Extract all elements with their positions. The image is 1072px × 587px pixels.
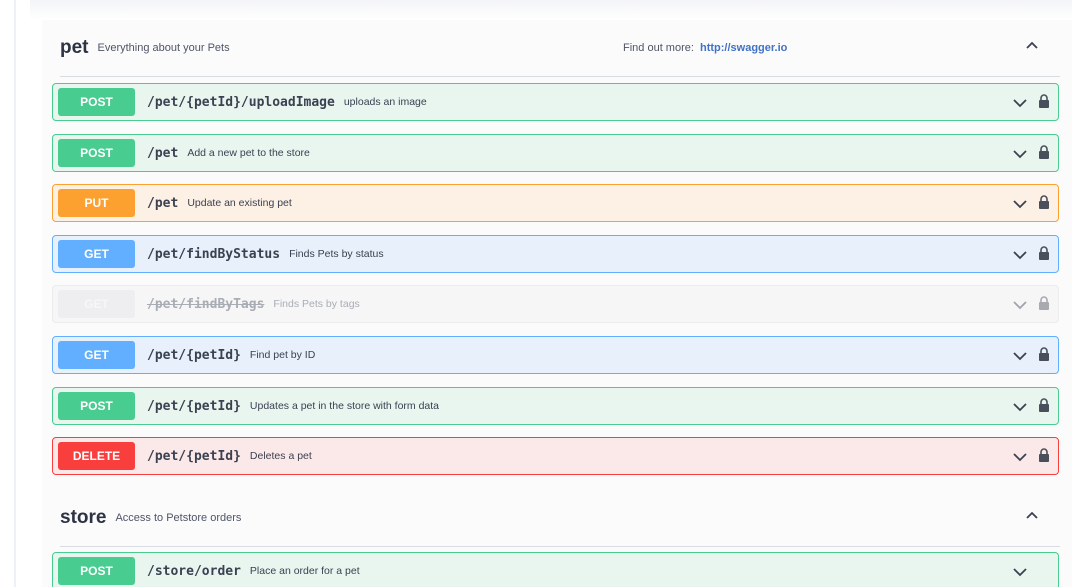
operation-summary: Finds Pets by tags <box>273 298 360 310</box>
chevron-up-icon[interactable] <box>1025 508 1039 522</box>
operation-summary: Place an order for a pet <box>249 565 360 577</box>
operation-path: /pet <box>147 145 179 161</box>
operation-path: /pet/findByTags <box>147 296 265 312</box>
operation-path: /pet/{petId} <box>147 398 241 414</box>
lock-icon[interactable] <box>1038 245 1050 261</box>
operation-summary: Deletes a pet <box>249 450 312 462</box>
operation-post-store-order[interactable]: POST /store/order Place an order for a p… <box>52 552 1059 587</box>
method-badge: GET <box>58 240 135 268</box>
top-fade <box>30 0 1072 20</box>
chevron-down-icon[interactable] <box>1012 299 1028 311</box>
chevron-down-icon[interactable] <box>1012 401 1028 413</box>
method-badge: PUT <box>58 189 135 217</box>
operation-summary: Finds Pets by status <box>289 248 384 260</box>
operation-summary: Update an existing pet <box>187 197 292 209</box>
operation-summary: Updates a pet in the store with form dat… <box>249 400 440 412</box>
tag-header-pet[interactable]: pet Everything about your Pets Find out … <box>60 20 1060 77</box>
tag-name: pet <box>60 37 89 58</box>
lock-icon[interactable] <box>1038 144 1050 160</box>
operation-summary: Add a new pet to the store <box>187 147 310 159</box>
lock-icon[interactable] <box>1038 295 1050 311</box>
operation-path: /pet <box>147 195 179 211</box>
chevron-down-icon[interactable] <box>1012 198 1028 210</box>
method-badge: POST <box>58 139 135 167</box>
method-badge: POST <box>58 557 135 585</box>
method-badge: DELETE <box>58 442 135 470</box>
chevron-down-icon[interactable] <box>1012 249 1028 261</box>
method-badge: POST <box>58 88 135 116</box>
operation-get-find-by-tags-deprecated[interactable]: GET /pet/findByTags Finds Pets by tags <box>52 285 1059 323</box>
left-border-line <box>14 0 16 587</box>
operation-path: /pet/findByStatus <box>147 246 281 262</box>
operation-post-upload-image[interactable]: POST /pet/{petId}/uploadImage uploads an… <box>52 83 1059 121</box>
operation-summary: Find pet by ID <box>249 349 316 361</box>
chevron-down-icon[interactable] <box>1012 451 1028 463</box>
lock-icon[interactable] <box>1038 194 1050 210</box>
operation-path: /pet/{petId}/uploadImage <box>147 94 335 110</box>
find-out-more: Find out more: http://swagger.io <box>623 42 787 54</box>
find-out-more-link[interactable]: http://swagger.io <box>700 42 787 54</box>
operation-path: /pet/{petId} <box>147 347 241 363</box>
operation-delete-pet[interactable]: DELETE /pet/{petId} Deletes a pet <box>52 437 1059 475</box>
operation-summary: uploads an image <box>343 96 427 108</box>
operation-post-pet[interactable]: POST /pet Add a new pet to the store <box>52 134 1059 172</box>
chevron-up-icon[interactable] <box>1025 38 1039 52</box>
tag-header-store[interactable]: store Access to Petstore orders <box>60 490 1060 547</box>
tag-description: Access to Petstore orders <box>115 512 242 524</box>
chevron-down-icon[interactable] <box>1012 148 1028 160</box>
lock-icon[interactable] <box>1038 346 1050 362</box>
operation-get-find-by-status[interactable]: GET /pet/findByStatus Finds Pets by stat… <box>52 235 1059 273</box>
chevron-down-icon[interactable] <box>1012 566 1028 578</box>
operation-put-pet[interactable]: PUT /pet Update an existing pet <box>52 184 1059 222</box>
method-badge: POST <box>58 392 135 420</box>
lock-icon[interactable] <box>1038 93 1050 109</box>
chevron-down-icon[interactable] <box>1012 97 1028 109</box>
operation-get-pet-by-id[interactable]: GET /pet/{petId} Find pet by ID <box>52 336 1059 374</box>
swagger-ui-page: pet Everything about your Pets Find out … <box>0 0 1072 587</box>
chevron-down-icon[interactable] <box>1012 350 1028 362</box>
method-badge: GET <box>58 290 135 318</box>
operation-path: /store/order <box>147 563 241 579</box>
tag-name: store <box>60 507 107 528</box>
lock-icon[interactable] <box>1038 447 1050 463</box>
operation-post-update-pet-form[interactable]: POST /pet/{petId} Updates a pet in the s… <box>52 387 1059 425</box>
method-badge: GET <box>58 341 135 369</box>
find-out-more-label: Find out more: <box>623 42 694 54</box>
operation-path: /pet/{petId} <box>147 448 241 464</box>
lock-icon[interactable] <box>1038 397 1050 413</box>
tag-description: Everything about your Pets <box>97 42 230 54</box>
